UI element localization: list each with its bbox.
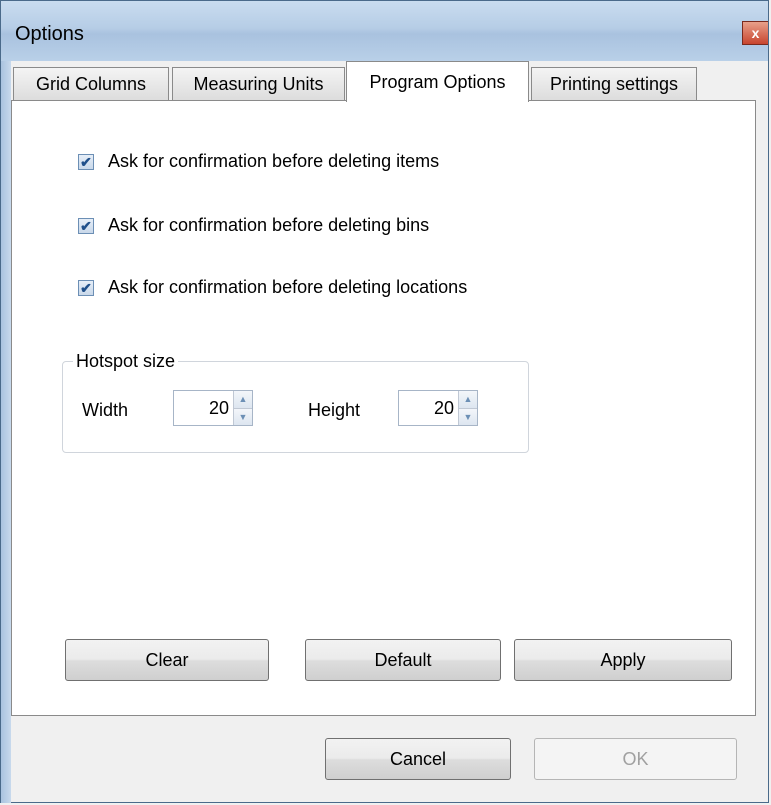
apply-button[interactable]: Apply [514, 639, 732, 681]
options-dialog: Options x Grid Columns Measuring Units P… [0, 0, 769, 803]
checkbox-label: Ask for confirmation before deleting ite… [108, 151, 440, 171]
width-spinner[interactable]: 20 ▲ ▼ [173, 390, 253, 426]
spin-down-icon[interactable]: ▼ [234, 407, 252, 425]
checkbox-check-icon[interactable]: ✔ [78, 217, 94, 234]
confirm-delete-locations-checkbox[interactable]: ✔ Ask for confirmation before deleting l… [78, 277, 467, 298]
default-button[interactable]: Default [305, 639, 501, 681]
height-label: Height [308, 400, 361, 420]
tab-program-options[interactable]: Program Options [346, 61, 529, 102]
window-frame-left [1, 61, 11, 803]
button-label: Clear [145, 649, 189, 670]
button-label: OK [622, 748, 649, 769]
hotspot-size-group: Hotspot size Width 20 ▲ ▼ Height 20 ▲ ▼ [62, 351, 529, 453]
button-label: Default [374, 649, 432, 670]
height-value[interactable]: 20 [399, 398, 458, 419]
confirm-delete-bins-checkbox[interactable]: ✔ Ask for confirmation before deleting b… [78, 215, 429, 236]
width-spin-buttons[interactable]: ▲ ▼ [233, 391, 252, 425]
tab-measuring-units[interactable]: Measuring Units [172, 67, 345, 101]
height-spinner[interactable]: 20 ▲ ▼ [398, 390, 478, 426]
tab-printing-settings[interactable]: Printing settings [531, 67, 697, 101]
button-label: Apply [600, 649, 646, 670]
button-label: Cancel [389, 748, 447, 769]
spin-up-icon[interactable]: ▲ [234, 391, 252, 408]
program-options-panel: ✔ Ask for confirmation before deleting i… [11, 100, 756, 716]
width-value[interactable]: 20 [174, 398, 233, 419]
tab-strip: Grid Columns Measuring Units Program Opt… [11, 61, 771, 102]
confirm-delete-items-checkbox[interactable]: ✔ Ask for confirmation before deleting i… [78, 151, 439, 172]
tab-label: Printing settings [549, 74, 679, 94]
title-bar[interactable]: Options x [1, 1, 768, 61]
checkbox-label: Ask for confirmation before deleting loc… [108, 277, 468, 297]
tab-label: Program Options [369, 71, 506, 92]
hotspot-size-legend: Hotspot size [73, 351, 179, 372]
ok-button[interactable]: OK [534, 738, 737, 780]
close-button[interactable]: x [742, 21, 768, 45]
height-spin-buttons[interactable]: ▲ ▼ [458, 391, 477, 425]
window-title: Options [15, 23, 84, 45]
spin-up-icon[interactable]: ▲ [459, 391, 477, 408]
cancel-button[interactable]: Cancel [325, 738, 511, 780]
checkbox-check-icon[interactable]: ✔ [78, 279, 94, 296]
tab-label: Measuring Units [193, 74, 324, 94]
width-label: Width [82, 400, 129, 420]
close-icon: x [751, 25, 760, 41]
checkbox-label: Ask for confirmation before deleting bin… [108, 215, 430, 235]
clear-button[interactable]: Clear [65, 639, 269, 681]
tab-label: Grid Columns [35, 74, 147, 94]
checkbox-check-icon[interactable]: ✔ [78, 153, 94, 170]
spin-down-icon[interactable]: ▼ [459, 407, 477, 425]
tab-grid-columns[interactable]: Grid Columns [13, 67, 169, 101]
